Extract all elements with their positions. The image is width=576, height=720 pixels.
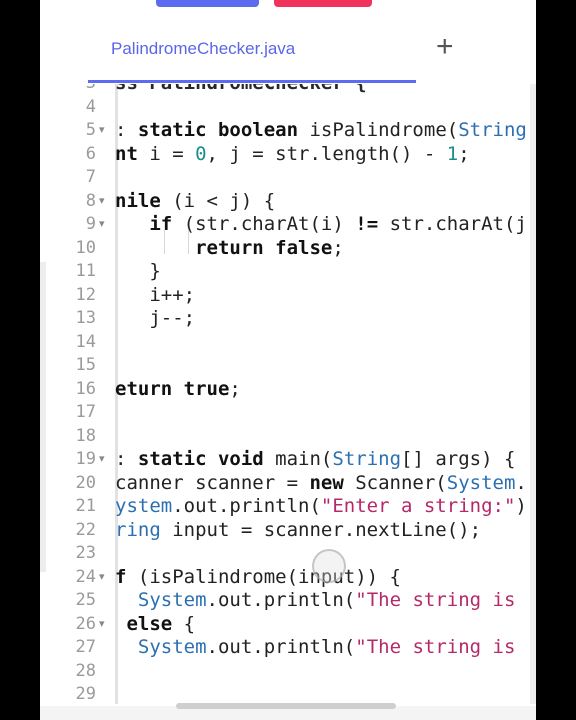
code-text: : static boolean isPalindrome(String [115, 119, 527, 141]
code-line[interactable]: 4 [40, 96, 536, 120]
code-text: System.out.println("The string is [137, 636, 516, 658]
code-line[interactable]: 15 [40, 354, 536, 378]
run-button[interactable] [156, 0, 259, 7]
code-line[interactable]: 9 ▾ if (str.charAt(i) != str.charAt(j [40, 213, 536, 237]
line-number: 27 [75, 637, 96, 657]
line-number: 13 [75, 308, 96, 328]
code-text: System.out.println("The string is [137, 589, 516, 611]
line-number: 21 [75, 496, 96, 516]
code-text: ring input = scanner.nextLine(); [115, 518, 482, 541]
code-line[interactable]: 19 ▾ : static void main(String[] args) { [40, 448, 536, 472]
line-number: 12 [75, 284, 96, 305]
line-number: 17 [75, 402, 96, 422]
code-line[interactable]: 28 [40, 660, 536, 684]
horizontal-scrollbar-thumb[interactable] [176, 703, 396, 709]
code-line[interactable]: 12 i++; [40, 284, 536, 308]
code-text: : static void main(String[] args) { [115, 448, 516, 470]
code-line[interactable]: 5 ▾ : static boolean isPalindrome(String [40, 119, 536, 143]
fold-toggle-icon[interactable]: ▾ [99, 613, 105, 637]
code-line[interactable]: 26 ▾ else { [40, 613, 536, 637]
code-text: ystem.out.println("Enter a string:") [115, 495, 527, 517]
code-line[interactable]: 29 [40, 683, 536, 704]
code-line[interactable]: 13 j--; [40, 307, 536, 331]
line-number: 3 [40, 84, 96, 96]
fold-toggle-icon[interactable]: ▾ [99, 213, 105, 237]
code-line[interactable]: 16 eturn true; [40, 378, 536, 402]
code-line[interactable]: 23 [40, 542, 536, 566]
line-number: 24 [75, 566, 96, 587]
code-text: if (str.charAt(i) != str.charAt(j [149, 213, 527, 235]
line-number: 9 [85, 214, 96, 234]
fold-toggle-icon[interactable]: ▾ [99, 566, 105, 590]
code-line[interactable]: 21 ystem.out.println("Enter a string:") [40, 495, 536, 519]
line-number: 25 [75, 590, 96, 610]
code-line[interactable]: 7 [40, 166, 536, 190]
code-line[interactable]: 3 ss PalindromeChecker { [40, 84, 536, 96]
code-line[interactable]: 17 [40, 401, 536, 425]
line-number: 29 [75, 684, 96, 704]
line-number: 5 [85, 120, 96, 140]
code-line[interactable]: 25 System.out.println("The string is [40, 589, 536, 613]
code-line[interactable]: 10 return false; [40, 237, 536, 261]
fold-toggle-icon[interactable]: ▾ [99, 448, 105, 472]
line-number: 7 [85, 167, 96, 187]
vertical-scrollbar[interactable] [530, 84, 536, 704]
editor-tab-bar: PalindromeChecker.java + [40, 30, 536, 80]
line-number: 26 [75, 613, 96, 634]
active-tab-indicator [88, 80, 416, 83]
line-number: 19 [75, 449, 96, 469]
code-text: j--; [115, 307, 196, 329]
line-number: 18 [75, 425, 96, 446]
code-text: f (isPalindrome(input)) { [115, 565, 401, 588]
fold-toggle-icon[interactable]: ▾ [99, 119, 105, 143]
code-line[interactable]: 20 canner scanner = new Scanner(System. [40, 472, 536, 496]
code-line[interactable]: 11 } [40, 260, 536, 284]
line-number: 14 [75, 331, 96, 352]
file-tab[interactable]: PalindromeChecker.java [111, 39, 295, 59]
code-text: nt i = 0, j = str.length() - 1; [115, 142, 470, 165]
code-text: } [115, 260, 161, 282]
line-number: 20 [75, 472, 96, 493]
line-number: 10 [75, 237, 96, 258]
code-text: eturn true; [115, 377, 241, 400]
code-text: else { [126, 612, 196, 635]
line-number: 8 [85, 190, 96, 211]
code-line[interactable]: 27 System.out.println("The string is [40, 636, 536, 660]
code-line[interactable]: 6 nt i = 0, j = str.length() - 1; [40, 143, 536, 167]
touch-indicator [312, 549, 346, 583]
code-line[interactable]: 14 [40, 331, 536, 355]
stop-button[interactable] [274, 0, 372, 7]
line-number: 4 [85, 96, 96, 117]
line-number: 28 [75, 660, 96, 681]
code-line[interactable]: 8 ▾ nile (i < j) { [40, 190, 536, 214]
app-screen: PalindromeChecker.java + 3 ss PalindromeC… [40, 0, 536, 720]
code-text: nile (i < j) { [115, 189, 276, 212]
line-number: 23 [75, 543, 96, 563]
add-file-button[interactable]: + [436, 32, 454, 62]
line-number: 16 [75, 378, 96, 399]
edge-handle [40, 262, 46, 572]
code-text: i++; [115, 283, 196, 306]
code-text: return false; [195, 236, 344, 259]
line-number: 6 [85, 143, 96, 164]
code-text: canner scanner = new Scanner(System. [115, 471, 527, 494]
line-number: 22 [75, 519, 96, 540]
code-line[interactable]: 18 [40, 425, 536, 449]
code-text: ss PalindromeChecker { [115, 84, 367, 96]
code-line[interactable]: 22 ring input = scanner.nextLine(); [40, 519, 536, 543]
code-line[interactable]: 24 ▾ f (isPalindrome(input)) { [40, 566, 536, 590]
code-editor[interactable]: 3ss PalindromeChecker {45▾: static boole… [40, 84, 536, 704]
line-number: 11 [75, 261, 96, 281]
line-number: 15 [75, 355, 96, 375]
fold-toggle-icon[interactable]: ▾ [99, 190, 105, 214]
